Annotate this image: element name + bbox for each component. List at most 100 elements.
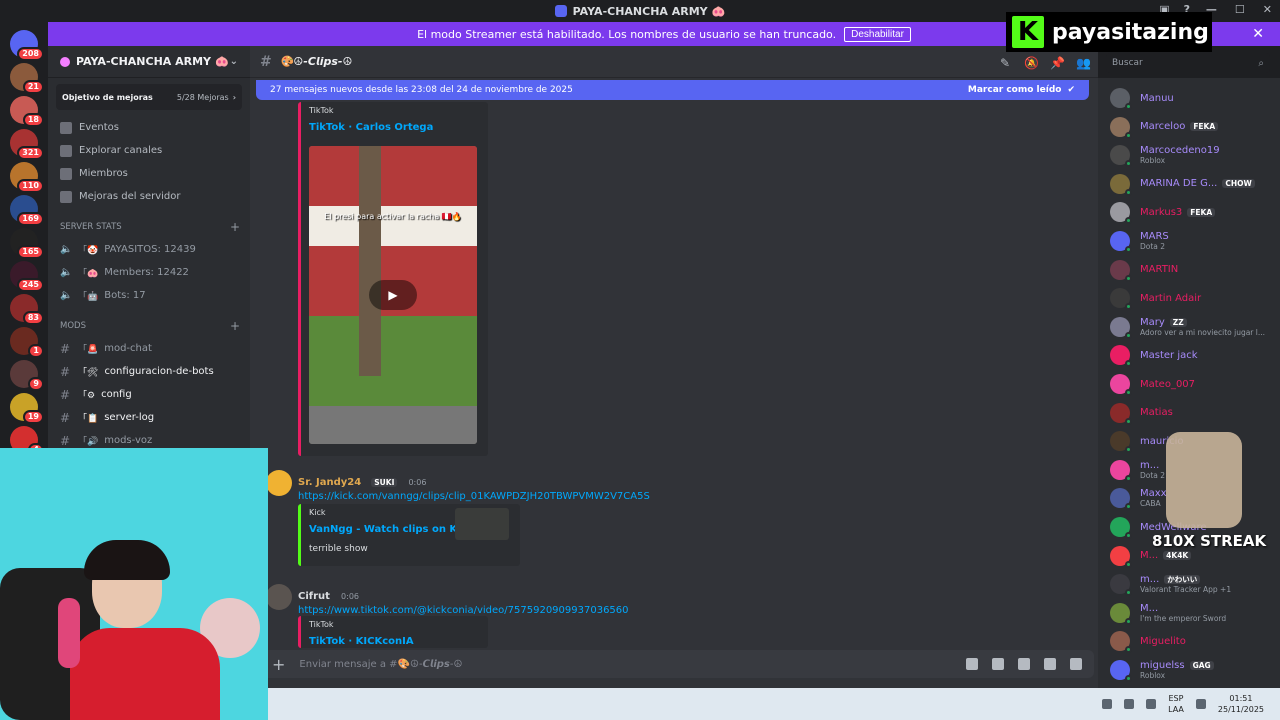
message-composer[interactable]: + Enviar mensaje a #🎨☮-𝘾𝙡𝙞𝙥𝙨-☮ [260,650,1094,678]
server-icon[interactable]: 19 [10,393,44,424]
disable-streamer-button[interactable]: Deshabilitar [844,26,911,42]
threads-icon[interactable]: ✎ [998,56,1012,70]
nav-server-boost[interactable]: Mejoras del servidor [48,185,250,208]
embed-title-link[interactable]: TikTok · Carlos Ortega [309,122,433,133]
member-item[interactable]: Marceloo FEKA [1110,113,1219,141]
new-messages-bar[interactable]: 27 mensajes nuevos desde las 23:08 del 2… [256,80,1089,100]
member-list-icon[interactable]: 👥 [1076,56,1091,70]
avatar [1110,517,1132,539]
boost-gem-icon [60,56,70,67]
text-channel[interactable]: # 「⚙ config [48,383,250,406]
member-name: Master jack [1140,349,1198,361]
server-icon[interactable]: 18 [10,96,44,127]
member-item[interactable]: MARINA DE G... CHOW [1110,170,1255,198]
gift-icon[interactable] [966,658,978,670]
member-item[interactable]: MARS Dota 2 [1110,227,1169,255]
nav-browse-channels[interactable]: Explorar canales [48,139,250,162]
member-item[interactable]: Mateo_007 [1110,370,1195,398]
channel-emoji-icon: 「📋 [78,414,99,424]
close-banner-icon[interactable]: ✕ [1252,26,1264,42]
add-channel-icon[interactable]: + [230,220,240,234]
member-item[interactable]: miguelss GAG Roblox [1110,656,1214,684]
boost-goal-bar[interactable]: Objetivo de mejoras 5/28 Mejoras › [56,84,242,110]
member-name: MARTIN [1140,264,1179,276]
member-item[interactable]: Martin Adair [1110,284,1201,312]
add-channel-icon[interactable]: + [230,319,240,333]
username[interactable]: Sr. Jandy24 [298,477,361,488]
member-item[interactable]: Manuu [1110,84,1174,112]
member-item[interactable]: Master jack [1110,341,1198,369]
pin-icon[interactable]: 📌 [1050,56,1065,70]
nav-members[interactable]: Miembros [48,162,250,185]
member-item[interactable]: M... I'm the emperor Sword [1110,599,1226,627]
avatar[interactable] [266,584,292,610]
composer-tools [966,658,1082,670]
microphone-icon[interactable] [1146,699,1157,709]
server-icon[interactable]: 321 [10,129,44,160]
chat-area: # 🎨☮- 𝘾𝙡𝙞𝙥𝙨 -☮ 27 mensajes nuevos desde … [250,46,1098,688]
voice-channel-stats[interactable]: 🔈 「🤖 Bots: 17 [48,284,250,307]
play-icon[interactable]: ▶ [369,280,417,310]
member-item[interactable]: MARTIN [1110,256,1178,284]
close-window-button[interactable]: ✕ [1263,3,1272,16]
gif-icon[interactable] [992,658,1004,670]
message-link[interactable]: https://kick.com/vanngg/clips/clip_01KAW… [298,491,1086,502]
member-item[interactable]: Miguelito [1110,627,1186,655]
text-channel[interactable]: # 「📋 server-log [48,406,250,429]
sticker-icon[interactable] [1018,658,1030,670]
online-status-icon [1125,503,1132,511]
member-item[interactable]: m... かわいい Valorant Tracker App +1 [1110,570,1231,598]
server-icon[interactable]: 245 [10,261,44,292]
avatar [1110,116,1132,139]
username[interactable]: Cifrut [298,591,330,602]
embed-thumbnail[interactable] [455,508,509,540]
avatar[interactable] [266,470,292,496]
text-channel[interactable]: # 「🚨 mod-chat [48,337,250,360]
category-server-stats[interactable]: SERVER STATS + [48,216,250,238]
member-item[interactable]: Markus3 FEKA [1110,198,1216,226]
member-item[interactable]: Maxx CABA [1110,484,1167,512]
maximize-button[interactable]: ☐ [1235,3,1245,16]
server-rail: 208 21 18 321 110 169 165 245 83 1 9 19 … [0,22,48,457]
emoji-icon[interactable] [1044,658,1056,670]
server-icon[interactable]: 165 [10,228,44,259]
language-indicator[interactable]: ESP LAA [1168,693,1184,715]
nav-events[interactable]: Eventos [48,116,250,139]
message-link[interactable]: https://www.tiktok.com/@kickconia/video/… [298,605,1086,616]
chevron-up-icon[interactable] [1102,699,1113,709]
member-item[interactable]: m... Dota 2 [1110,456,1165,484]
member-item[interactable]: Matias [1110,399,1173,427]
add-attachment-icon[interactable]: + [272,655,285,674]
server-icon[interactable]: 21 [10,63,44,94]
refresh-icon[interactable] [1124,699,1135,709]
apps-icon[interactable] [1070,658,1082,670]
members-icon [60,167,72,180]
composer-placeholder[interactable]: Enviar mensaje a #🎨☮-𝘾𝙡𝙞𝙥𝙨-☮ [299,659,462,670]
member-item[interactable]: Marcocedeno19 Roblox [1110,141,1220,169]
server-icon[interactable]: 169 [10,195,44,226]
server-header[interactable]: PAYA-CHANCHA ARMY 🐽 ⌄ [48,46,250,78]
member-status: CABA [1140,499,1161,509]
home-button[interactable]: 208 [10,30,44,61]
embed-title-link[interactable]: TikTok · KICKconIA [309,636,414,647]
server-icon[interactable]: 83 [10,294,44,325]
voice-channel[interactable]: # 「🔊 mods-voz [48,429,250,448]
server-icon[interactable]: 110 [10,162,44,193]
notifications-icon[interactable]: 🔕 [1024,56,1039,70]
member-item[interactable]: Mary ZZ Adoro ver a mi noviecito jugar l..… [1110,313,1265,341]
search-input[interactable]: Buscar ⌕ [1106,53,1270,73]
video-thumbnail[interactable]: El presi para activar la racha 🇵🇪🔥 ▶ [309,146,477,444]
speaker-icon[interactable] [1195,699,1206,709]
clock[interactable]: 01:51 25/11/2025 [1218,693,1264,715]
server-icon[interactable]: 1 [10,327,44,358]
text-channel[interactable]: # 「🛠 configuracion-de-bots [48,360,250,383]
category-mods[interactable]: Mods + [48,315,250,337]
mark-as-read-button[interactable]: Marcar como leído [968,85,1062,95]
member-text: MARS Dota 2 [1140,231,1169,251]
lang-layout: LAA [1168,705,1184,714]
embed-title-link[interactable]: VanNgg - Watch clips on Kick [309,524,473,535]
member-text: Miguelito [1140,636,1186,647]
voice-channel-stats[interactable]: 🔈 「🤡 PAYASITOS: 12439 [48,238,250,261]
voice-channel-stats[interactable]: 🔈 「🐽 Members: 12422 [48,261,250,284]
server-icon[interactable]: 9 [10,360,44,391]
